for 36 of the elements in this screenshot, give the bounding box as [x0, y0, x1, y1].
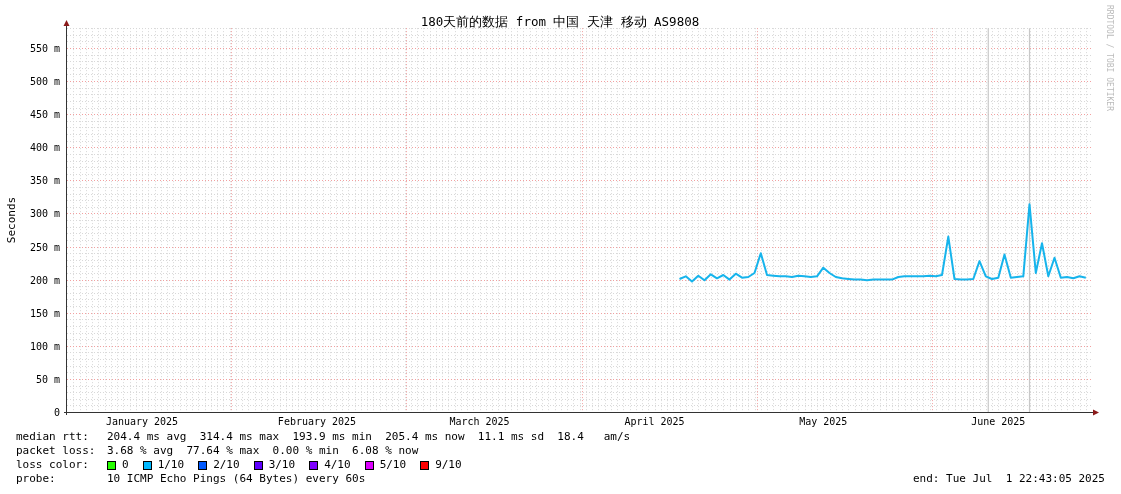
swatch-label: 1/10 [157, 458, 185, 472]
y-tick-label: 550 m [29, 43, 60, 54]
y-tick-label: 350 m [29, 175, 60, 187]
x-tick-label: February 2025 [277, 416, 357, 427]
y-tick-label: 100 m [29, 340, 60, 352]
y-tick-label: 400 m [29, 142, 60, 154]
x-tick-label: May 2025 [799, 416, 848, 427]
swatch-label: 0 [122, 458, 129, 472]
swatch-label: 2/10 [213, 458, 240, 472]
x-tick-label: April 2025 [624, 416, 685, 427]
end-time: end: Tue Jul 1 22:43:05 2025 [912, 472, 1105, 486]
legend-label: loss color: [16, 458, 90, 472]
chart-title: 180天前的数据 from 中国 天津 移动 AS9808 [420, 14, 700, 29]
x-tick-label: January 2025 [105, 416, 179, 427]
x-tick-label: June 2025 [971, 416, 1026, 427]
legend-label: packet loss: [16, 444, 97, 458]
y-tick-label: 300 m [29, 208, 60, 220]
legend-label: median rtt: [16, 430, 90, 444]
credit-text: RRDTOOL / TOBI OETIKER [1105, 5, 1114, 111]
y-tick-label: 200 m [29, 274, 60, 286]
y-tick-label: 50 m [35, 373, 60, 385]
swatch-label: 3/10 [268, 458, 296, 472]
legend-text: 204.4 ms avg 314.4 ms max 193.9 ms min 205.4 ms now 11.1 ms sd 18.4 am/s [107, 430, 631, 444]
y-tick-label: 500 m [29, 76, 60, 88]
legend-text: 10 ICMP Echo Pings (64 Bytes) every 60s [107, 472, 366, 486]
x-tick-label: March 2025 [449, 416, 510, 427]
swatch-label: 9/10 [435, 458, 462, 472]
swatch-label: 4/10 [324, 458, 351, 472]
legend-label: probe: [16, 472, 57, 486]
swatch-label: 5/10 [379, 458, 407, 472]
y-tick-label: 250 m [29, 241, 60, 253]
y-tick-label: 150 m [29, 307, 60, 319]
legend-text: 3.68 % avg 77.64 % max 0.00 % min 6.08 % now [107, 444, 419, 458]
y-tick-label: 0 [53, 407, 60, 418]
y-tick-label: 450 m [29, 109, 60, 121]
y-axis-label: Seconds [5, 196, 18, 244]
